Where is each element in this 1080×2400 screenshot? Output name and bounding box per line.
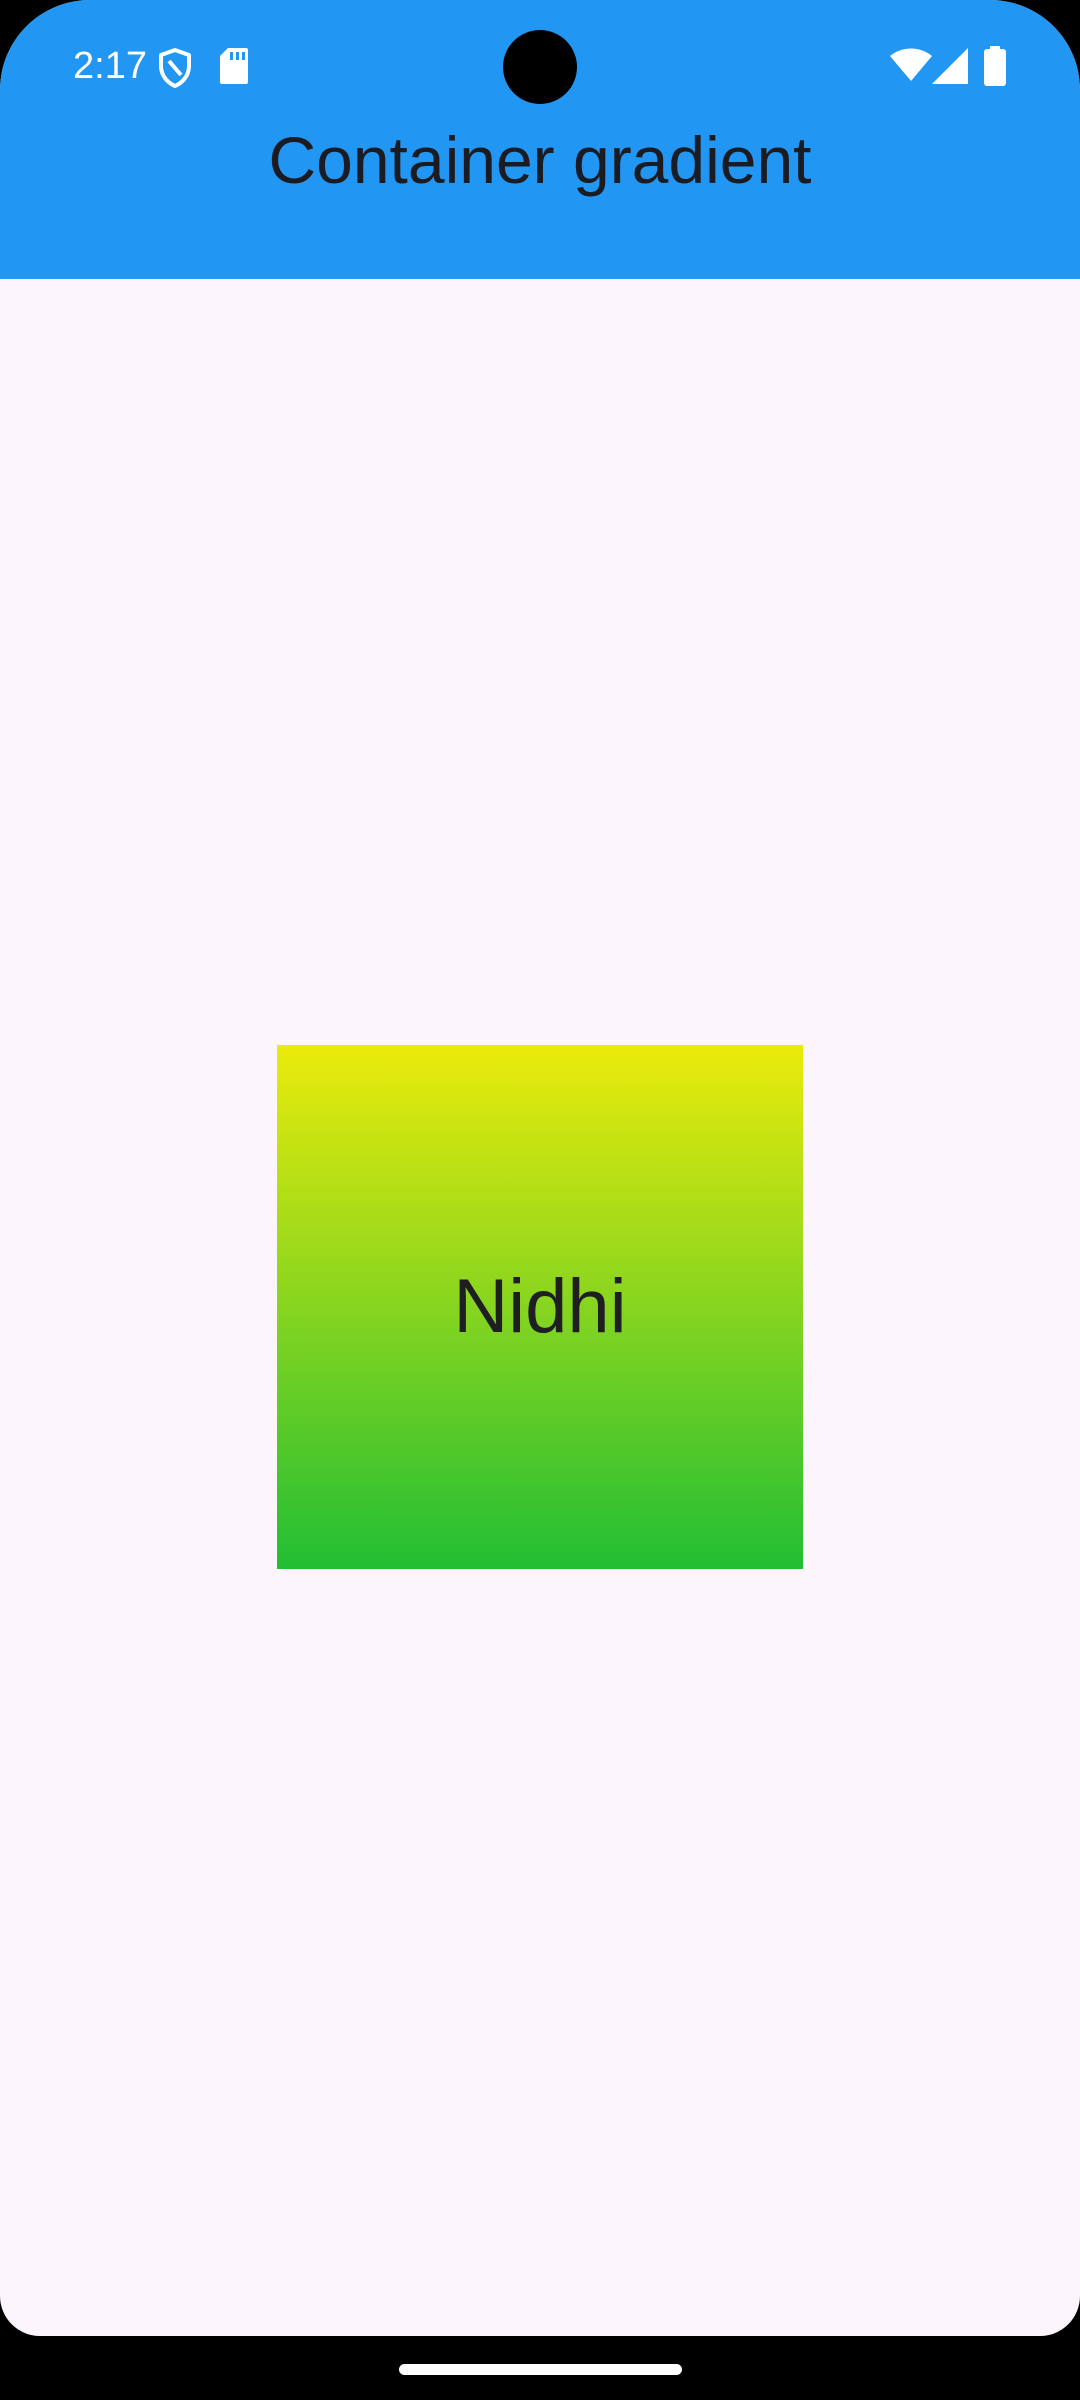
camera-cutout [503, 30, 577, 104]
battery-icon [984, 46, 1006, 86]
wifi-icon [890, 48, 932, 81]
page-title: Container gradient [268, 123, 812, 197]
home-gesture-handle[interactable] [399, 2364, 682, 2375]
main-content: Nidhi [0, 279, 1080, 2336]
status-time: 2:17 [73, 45, 147, 87]
status-bar: 2:17 [0, 0, 1080, 132]
gradient-container-label: Nidhi [453, 1264, 627, 1349]
phone-screen: 2:17 Container gradient Nidhi [0, 0, 1080, 2336]
gradient-container: Nidhi [277, 1045, 803, 1569]
shield-icon [159, 48, 191, 88]
sd-card-icon [220, 48, 248, 84]
app-bar: 2:17 Container gradient [0, 0, 1080, 279]
cell-signal-icon [932, 48, 968, 84]
